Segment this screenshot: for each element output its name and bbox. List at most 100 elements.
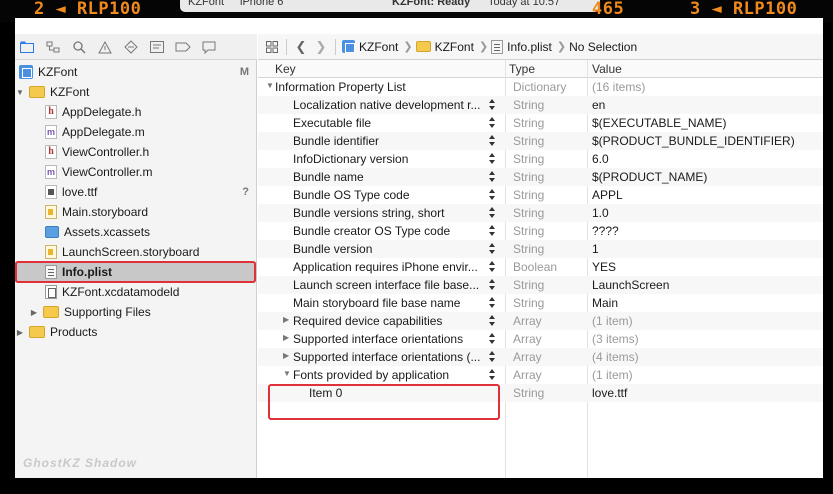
column-key[interactable]: Key: [275, 62, 296, 76]
tree-file-launchscreen[interactable]: LaunchScreen.storyboard: [15, 242, 257, 262]
search-icon[interactable]: [71, 39, 87, 55]
plist-row[interactable]: Bundle version String 1: [258, 240, 823, 258]
tree-file-assets[interactable]: Assets.xcassets: [15, 222, 257, 242]
plist-type[interactable]: String: [513, 116, 544, 130]
plist-value[interactable]: YES: [592, 260, 616, 274]
plist-value[interactable]: en: [592, 98, 605, 112]
plist-key[interactable]: Application requires iPhone envir...: [293, 260, 482, 274]
plist-type[interactable]: String: [513, 98, 544, 112]
plist-value[interactable]: ????: [592, 224, 619, 238]
forward-arrow-icon[interactable]: ❯: [311, 37, 331, 57]
key-stepper-icon[interactable]: [488, 242, 496, 256]
debug-icon[interactable]: [149, 39, 165, 55]
plist-value[interactable]: love.ttf: [592, 386, 627, 400]
breadcrumb-selection[interactable]: No Selection: [569, 40, 637, 54]
tree-file-appdelegate-m[interactable]: m AppDelegate.m: [15, 122, 257, 142]
plist-row[interactable]: Application requires iPhone envir... Bool…: [258, 258, 823, 276]
warning-icon[interactable]: [97, 39, 113, 55]
plist-type[interactable]: String: [513, 296, 544, 310]
key-stepper-icon[interactable]: [488, 260, 496, 274]
key-stepper-icon[interactable]: [488, 314, 496, 328]
plist-type[interactable]: Array: [513, 368, 542, 382]
tree-file-viewcontroller-h[interactable]: h ViewController.h: [15, 142, 257, 162]
plist-key[interactable]: InfoDictionary version: [293, 152, 482, 166]
plist-type[interactable]: Boolean: [513, 260, 557, 274]
hierarchy-icon[interactable]: [45, 39, 61, 55]
plist-value[interactable]: 1.0: [592, 206, 609, 220]
plist-row[interactable]: Bundle creator OS Type code String????: [258, 222, 823, 240]
key-stepper-icon[interactable]: [488, 332, 496, 346]
column-value[interactable]: Value: [592, 62, 622, 76]
plist-value[interactable]: $(PRODUCT_BUNDLE_IDENTIFIER): [592, 134, 795, 148]
tree-group-products[interactable]: ▶ Products: [15, 322, 257, 342]
plist-type[interactable]: String: [513, 224, 544, 238]
disclosure-open-icon[interactable]: ▼: [283, 369, 291, 378]
key-stepper-icon[interactable]: [488, 206, 496, 220]
plist-type[interactable]: Array: [513, 350, 542, 364]
column-type[interactable]: Type: [509, 62, 535, 76]
plist-row[interactable]: ▶ Supported interface orientations (... Ar…: [258, 348, 823, 366]
key-stepper-icon[interactable]: [488, 350, 496, 364]
plist-row[interactable]: ▶ Supported interface orientations Array (3…: [258, 330, 823, 348]
disclosure-closed-icon[interactable]: ▶: [29, 308, 39, 317]
plist-type[interactable]: Array: [513, 332, 542, 346]
plist-key[interactable]: Bundle identifier: [293, 134, 482, 148]
plist-type[interactable]: String: [513, 188, 544, 202]
plist-row[interactable]: InfoDictionary version String 6.0: [258, 150, 823, 168]
key-stepper-icon[interactable]: [488, 98, 496, 112]
plist-value[interactable]: APPL: [592, 188, 623, 202]
test-icon[interactable]: [123, 39, 139, 55]
plist-row[interactable]: Bundle OS Type code String APPL: [258, 186, 823, 204]
plist-key[interactable]: Fonts provided by application: [293, 368, 482, 382]
plist-row[interactable]: Main storyboard file base name String Main: [258, 294, 823, 312]
plist-key[interactable]: Bundle version: [293, 242, 482, 256]
plist-type[interactable]: String: [513, 386, 544, 400]
plist-row[interactable]: Bundle versions string, short String 1.0: [258, 204, 823, 222]
plist-key[interactable]: Supported interface orientations: [293, 332, 482, 346]
plist-row[interactable]: ▼ Fonts provided by application Array (1 it…: [258, 366, 823, 384]
tree-project-root[interactable]: KZFont M: [15, 62, 257, 82]
plist-row[interactable]: ▶ Required device capabilities Array (1 ite…: [258, 312, 823, 330]
plist-key[interactable]: Launch screen interface file base...: [293, 278, 482, 292]
tree-file-appdelegate-h[interactable]: h AppDelegate.h: [15, 102, 257, 122]
plist-value[interactable]: Main: [592, 296, 618, 310]
device-label[interactable]: iPhone 6: [240, 0, 283, 8]
plist-key[interactable]: Required device capabilities: [293, 314, 482, 328]
disclosure-closed-icon[interactable]: ▶: [283, 333, 289, 342]
key-stepper-icon[interactable]: [488, 224, 496, 238]
plist-value[interactable]: LaunchScreen: [592, 278, 669, 292]
plist-type[interactable]: String: [513, 206, 544, 220]
breadcrumb-file[interactable]: Info.plist: [491, 39, 552, 54]
tree-group-kzfont[interactable]: ▼ KZFont: [15, 82, 257, 102]
plist-key[interactable]: Executable file: [293, 116, 482, 130]
plist-type[interactable]: Array: [513, 314, 542, 328]
disclosure-open-icon[interactable]: ▼: [15, 88, 25, 97]
key-stepper-icon[interactable]: [488, 134, 496, 148]
plist-type[interactable]: Dictionary: [513, 80, 566, 94]
plist-key[interactable]: Bundle versions string, short: [293, 206, 482, 220]
tree-file-love-ttf[interactable]: love.ttf ?: [15, 182, 257, 202]
plist-value[interactable]: 1: [592, 242, 599, 256]
plist-type[interactable]: String: [513, 170, 544, 184]
tree-file-viewcontroller-m[interactable]: m ViewController.m: [15, 162, 257, 182]
breadcrumb-group[interactable]: KZFont: [415, 40, 474, 54]
plist-key[interactable]: Main storyboard file base name: [293, 296, 482, 310]
report-icon[interactable]: [201, 39, 217, 55]
plist-value[interactable]: $(EXECUTABLE_NAME): [592, 116, 726, 130]
key-stepper-icon[interactable]: [488, 368, 496, 382]
tree-file-datamodel[interactable]: KZFont.xcdatamodeld: [15, 282, 257, 302]
plist-type[interactable]: String: [513, 134, 544, 148]
key-stepper-icon[interactable]: [488, 152, 496, 166]
plist-type[interactable]: String: [513, 152, 544, 166]
key-stepper-icon[interactable]: [488, 170, 496, 184]
plist-row[interactable]: Bundle name String $(PRODUCT_NAME): [258, 168, 823, 186]
plist-value[interactable]: $(PRODUCT_NAME): [592, 170, 707, 184]
plist-key[interactable]: Bundle OS Type code: [293, 188, 482, 202]
related-items-icon[interactable]: [262, 37, 282, 57]
key-stepper-icon[interactable]: [488, 296, 496, 310]
tree-group-supporting-files[interactable]: ▶ Supporting Files: [15, 302, 257, 322]
plist-row[interactable]: Executable file String $(EXECUTABLE_NAME): [258, 114, 823, 132]
key-stepper-icon[interactable]: [488, 116, 496, 130]
plist-row-root[interactable]: ▼ Information Property List Dictionary (…: [258, 78, 823, 96]
scheme-label[interactable]: KZFont: [188, 0, 224, 8]
